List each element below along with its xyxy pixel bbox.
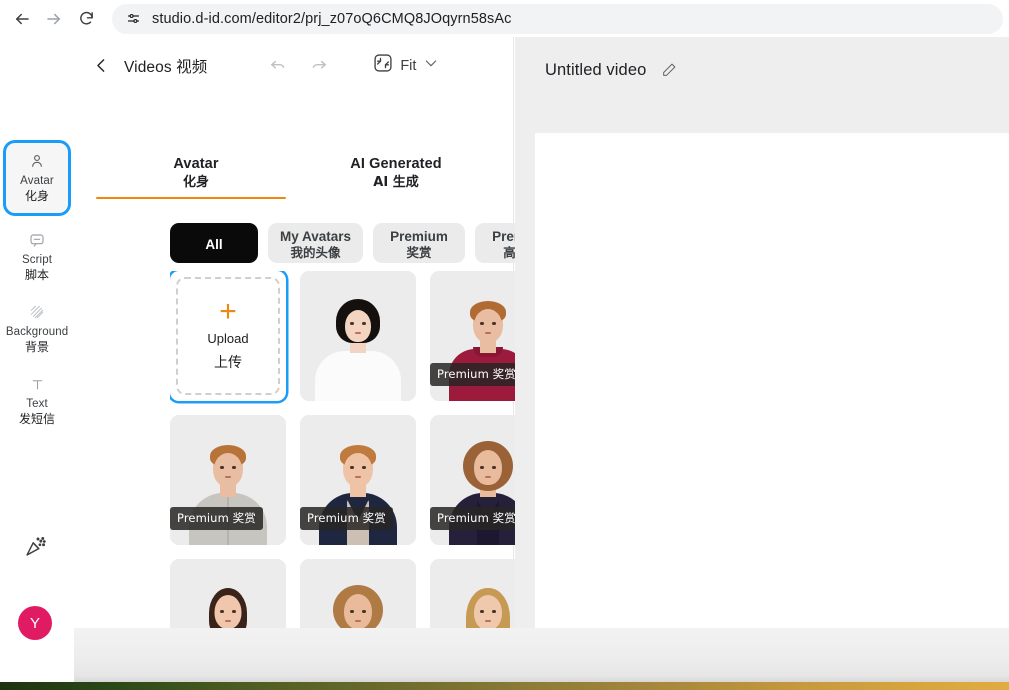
sidebar-item-avatar[interactable]: Avatar 化身 xyxy=(6,143,68,213)
premium-badge: Premium 奖赏 xyxy=(170,507,263,530)
chip-label-zh: 奖赏 xyxy=(406,244,432,260)
sliders-icon xyxy=(127,13,139,24)
upload-dropzone[interactable]: + Upload 上传 xyxy=(176,277,280,395)
panel-title: Videos 视频 xyxy=(124,58,208,76)
tab-ai-generated[interactable]: AI Generated AI 生成 xyxy=(296,155,496,199)
chevron-down-icon[interactable] xyxy=(423,55,439,76)
arrow-left-icon xyxy=(16,13,29,24)
left-icon-rail: Avatar 化身 Script 脚本 Background 背景 Text 发… xyxy=(0,37,74,682)
history-controls xyxy=(265,53,331,79)
avatar-thumbnail xyxy=(300,271,416,401)
account-avatar[interactable]: Y xyxy=(18,606,52,640)
reload-icon xyxy=(79,11,93,25)
avatar-card[interactable] xyxy=(300,271,416,401)
script-icon xyxy=(29,231,45,249)
video-title: Untitled video xyxy=(545,60,647,79)
sidebar-label-en: Avatar xyxy=(20,175,54,187)
chip-all[interactable]: All xyxy=(170,223,258,263)
sidebar-item-script[interactable]: Script 脚本 xyxy=(6,222,68,292)
zoom-level-label: Fit xyxy=(400,57,417,74)
chip-label-en: Premium xyxy=(390,228,448,244)
browser-reload-button[interactable] xyxy=(70,3,102,35)
panel-tabs: Avatar 化身 AI Generated AI 生成 xyxy=(96,155,496,199)
chip-label-en: My Avatars xyxy=(280,228,352,244)
plus-icon: + xyxy=(219,295,237,328)
premium-badge: Premium 奖赏 xyxy=(430,507,523,530)
chip-premium[interactable]: Premium 奖赏 xyxy=(373,223,466,263)
sidebar-item-background[interactable]: Background 背景 xyxy=(6,294,68,364)
os-taskbar xyxy=(0,628,1009,682)
sidebar-label-en: Background xyxy=(5,326,69,338)
browser-back-button[interactable] xyxy=(6,3,38,35)
sidebar-label-zh: 化身 xyxy=(24,189,49,203)
redo-icon xyxy=(312,60,326,69)
app-root: Avatar 化身 Script 脚本 Background 背景 Text 发… xyxy=(0,37,1009,682)
site-settings-icon[interactable] xyxy=(120,6,146,32)
avatar-panel: Videos 视频 Fit Avatar 化身 AI Generated AI … xyxy=(74,37,581,682)
chip-label-en: All xyxy=(205,236,223,252)
chip-label-zh: 我的头像 xyxy=(290,244,341,260)
sidebar-label-zh: 背景 xyxy=(24,340,49,354)
browser-forward-button[interactable] xyxy=(38,3,70,35)
premium-badge: Premium 奖赏 xyxy=(430,363,523,386)
chip-my-avatars[interactable]: My Avatars 我的头像 xyxy=(268,223,364,263)
video-canvas[interactable] xyxy=(535,133,1009,628)
avatar-grid: + Upload 上传 Premium 奖赏 Premium 奖赏 Premium … xyxy=(170,271,560,682)
sidebar-label-zh: 脚本 xyxy=(24,268,49,282)
sidebar-label-zh: 发短信 xyxy=(18,412,55,426)
tab-label-en: Avatar xyxy=(173,156,219,172)
sidebar-label-en: Script xyxy=(22,254,52,266)
account-initial: Y xyxy=(29,614,40,632)
background-icon xyxy=(29,303,45,321)
upload-label-zh: 上传 xyxy=(214,355,242,371)
filter-chips: All My Avatars 我的头像 Premium 奖赏 Premium 高… xyxy=(170,223,560,263)
upload-avatar-card[interactable]: + Upload 上传 xyxy=(170,271,286,401)
party-popper-icon[interactable] xyxy=(20,531,50,561)
arrow-right-icon xyxy=(47,13,60,24)
text-icon xyxy=(30,375,45,393)
redo-button[interactable] xyxy=(305,53,331,79)
sidebar-item-text[interactable]: Text 发短信 xyxy=(6,366,68,436)
stage-area: Untitled video xyxy=(515,37,1009,682)
browser-toolbar: studio.d-id.com/editor2/prj_z07oQ6CMQ8JO… xyxy=(0,0,1009,37)
fit-screen-icon xyxy=(373,53,393,78)
desktop-wallpaper-strip xyxy=(0,682,1009,690)
avatar-card[interactable]: Premium 奖赏 xyxy=(170,415,286,545)
undo-button[interactable] xyxy=(265,53,291,79)
person-icon xyxy=(29,152,45,170)
tab-label-zh: 化身 xyxy=(182,175,209,190)
panel-toolbar: Videos 视频 Fit xyxy=(74,37,514,94)
avatar-card[interactable]: Premium 奖赏 xyxy=(300,415,416,545)
tab-label-en: AI Generated xyxy=(350,156,442,172)
tab-avatar[interactable]: Avatar 化身 xyxy=(96,155,296,199)
chevron-left-icon xyxy=(96,59,104,72)
stage-header: Untitled video xyxy=(545,59,680,81)
zoom-control[interactable]: Fit xyxy=(373,53,439,78)
avatar-grid-scroll[interactable]: + Upload 上传 Premium 奖赏 Premium 奖赏 Premium … xyxy=(170,271,560,682)
tab-label-zh: AI 生成 xyxy=(373,175,419,190)
upload-label-en: Upload xyxy=(207,331,249,346)
undo-icon xyxy=(270,60,285,69)
sidebar-label-en: Text xyxy=(26,398,48,410)
address-bar[interactable]: studio.d-id.com/editor2/prj_z07oQ6CMQ8JO… xyxy=(112,3,1003,34)
panel-back-button[interactable] xyxy=(88,53,114,79)
url-text: studio.d-id.com/editor2/prj_z07oQ6CMQ8JO… xyxy=(152,10,512,27)
pencil-icon[interactable] xyxy=(658,59,680,81)
premium-badge: Premium 奖赏 xyxy=(300,507,393,530)
